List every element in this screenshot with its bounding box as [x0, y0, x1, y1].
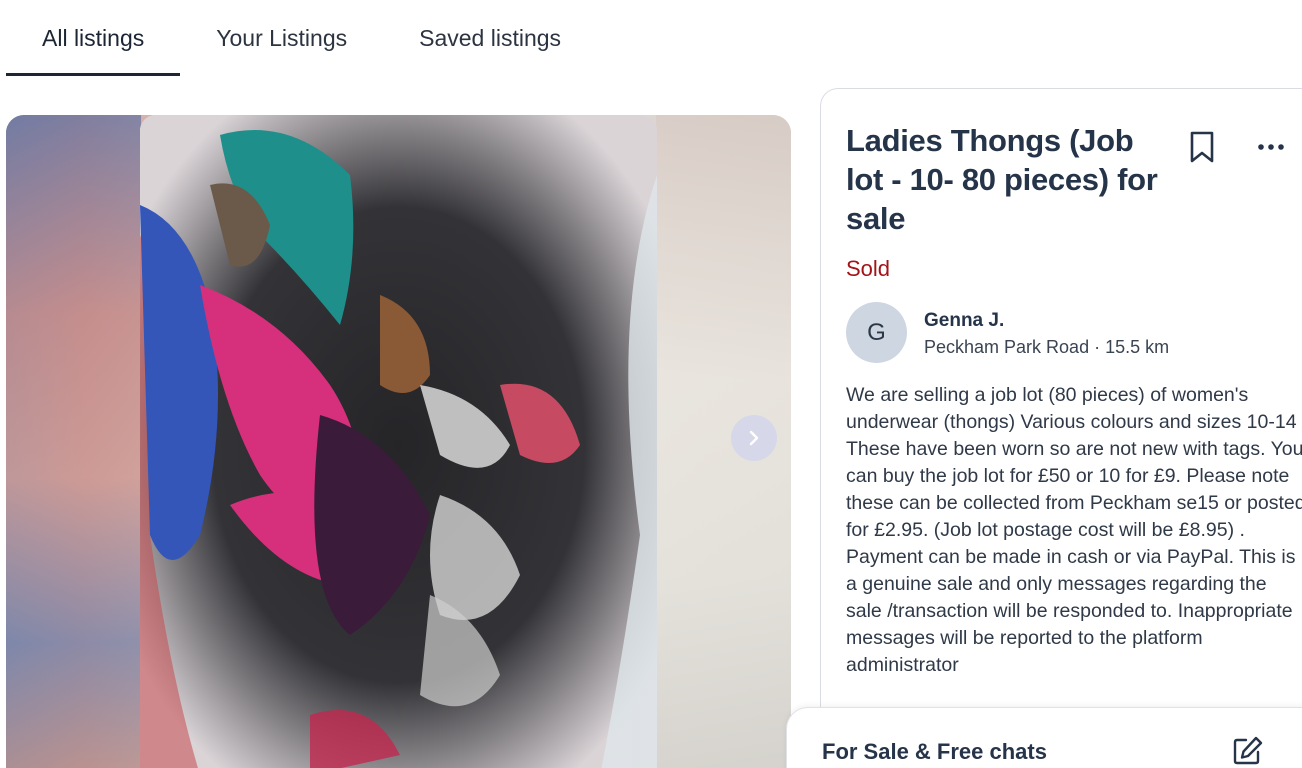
more-horizontal-icon — [1258, 144, 1284, 150]
status-badge: Sold — [846, 256, 891, 281]
save-listing-button[interactable] — [1186, 129, 1218, 165]
listing-detail-panel: Ladies Thongs (Job lot - 10- 80 pieces) … — [820, 88, 1302, 768]
more-options-button[interactable] — [1253, 133, 1289, 161]
compose-icon — [1233, 736, 1263, 765]
tab-saved-listings[interactable]: Saved listings — [383, 0, 597, 76]
listing-tabs: All listings Your Listings Saved listing… — [6, 0, 597, 76]
chats-bar[interactable]: For Sale & Free chats — [786, 707, 1302, 768]
photo-gallery — [6, 115, 791, 768]
tab-your-listings[interactable]: Your Listings — [180, 0, 383, 76]
listing-photo[interactable] — [140, 115, 657, 768]
seller-location: Peckham Park Road · 15.5 km — [924, 337, 1170, 357]
chevron-right-icon — [749, 430, 759, 446]
listing-title: Ladies Thongs (Job lot - 10- 80 pieces) … — [846, 123, 1158, 236]
listing-photo-image — [140, 115, 657, 768]
compose-message-button[interactable] — [1231, 735, 1265, 767]
seller-avatar[interactable]: G — [846, 302, 907, 363]
gallery-blur-backdrop-left — [6, 115, 141, 768]
listing-description: We are selling a job lot (80 pieces) of … — [846, 384, 1302, 676]
chats-label: For Sale & Free chats — [822, 739, 1047, 764]
bookmark-icon — [1190, 131, 1214, 163]
next-photo-button[interactable] — [731, 415, 777, 461]
seller-name[interactable]: Genna J. — [924, 310, 1004, 332]
tab-all-listings[interactable]: All listings — [6, 0, 181, 76]
